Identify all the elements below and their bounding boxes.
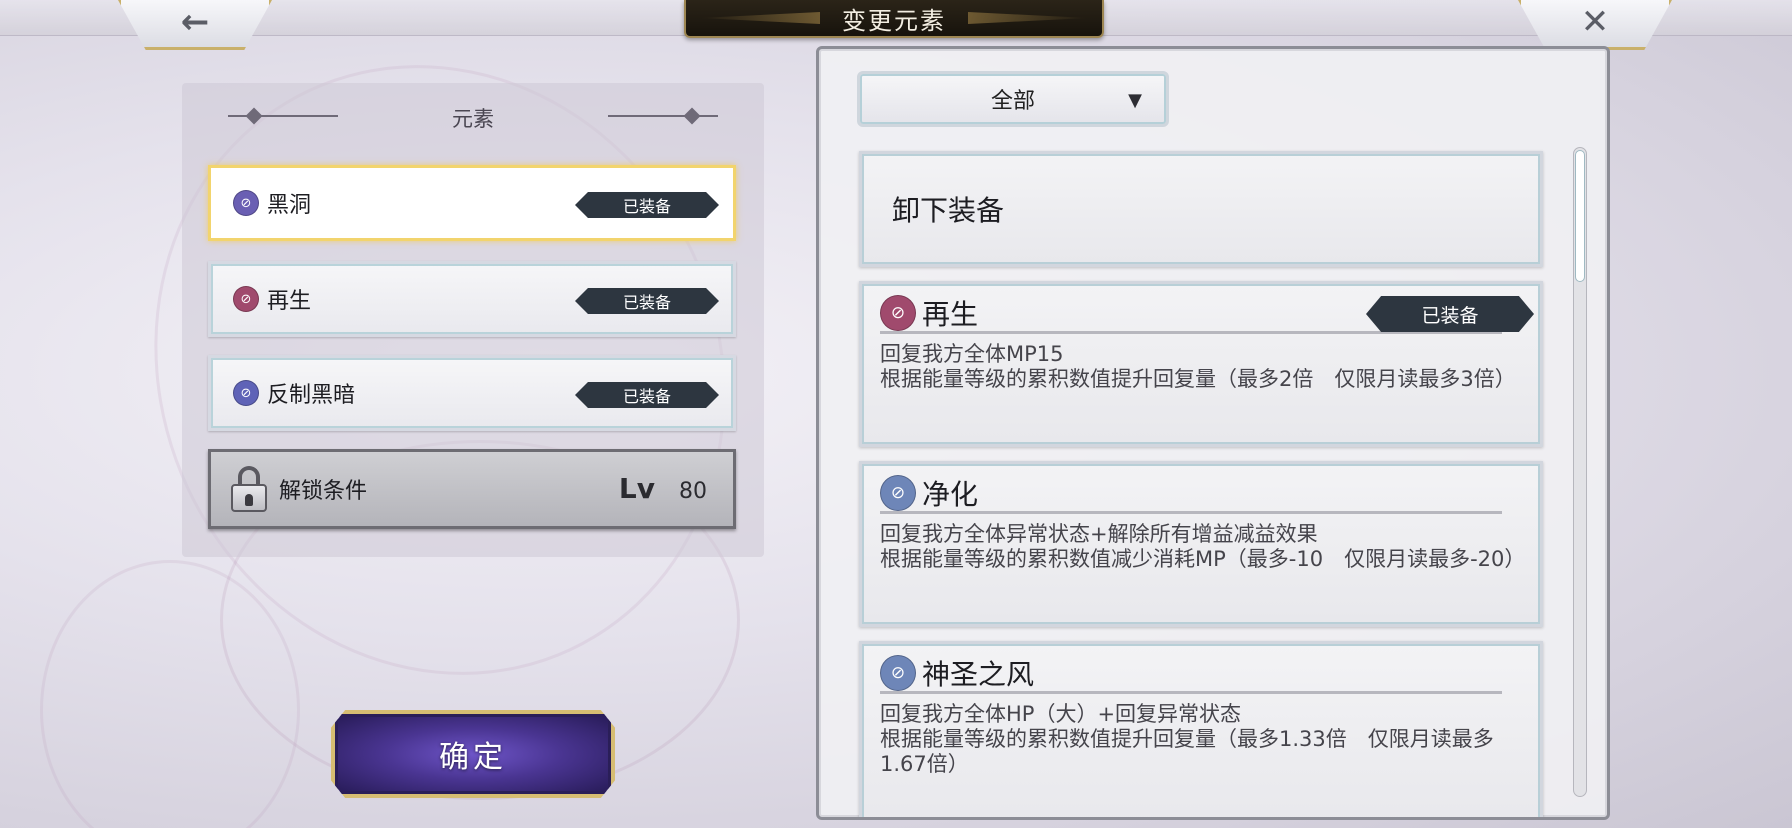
- header-divider: [608, 115, 718, 117]
- skill-desc-line: 根据能量等级的累积数值提升回复量（最多1.33倍 仅限月读最多1.67倍）: [880, 727, 1494, 776]
- equipped-badge: 已装备: [1366, 296, 1534, 332]
- skill-header: ⊘ 神圣之风: [880, 654, 1502, 694]
- level-value: 80: [679, 479, 707, 504]
- skill-card-holy-wind[interactable]: ⊘ 神圣之风 回复我方全体HP（大）+回复异常状态 根据能量等级的累积数值提升回…: [859, 641, 1543, 817]
- locked-slot: 解锁条件 Lv 80: [208, 449, 736, 529]
- chevron-down-icon: ▼: [1128, 90, 1142, 111]
- unequip-label: 卸下装备: [892, 194, 1005, 227]
- unequip-button[interactable]: 卸下装备: [859, 151, 1543, 267]
- element-slot-panel: 元素 ⊘ 黑洞 已装备 ⊘ 再生 已装备 ⊘ 反制黑暗 已装备 解锁条件 Lv …: [182, 83, 764, 557]
- skill-name: 净化: [922, 477, 979, 511]
- equipped-badge: 已装备: [575, 288, 719, 314]
- equipped-badge: 已装备: [575, 192, 719, 218]
- element-slot-counter-dark[interactable]: ⊘ 反制黑暗 已装备: [208, 355, 736, 431]
- skill-description: 回复我方全体MP15 根据能量等级的累积数值提升回复量（最多2倍 仅限月读最多3…: [880, 342, 1522, 392]
- title-ornament: [700, 12, 820, 24]
- skill-desc-line: 回复我方全体异常状态+解除所有增益减益效果: [880, 522, 1318, 546]
- skill-desc-line: 回复我方全体MP15: [880, 342, 1064, 366]
- title-ornament: [968, 12, 1088, 24]
- skill-card-regen[interactable]: ⊘ 再生 已装备 回复我方全体MP15 根据能量等级的累积数值提升回复量（最多2…: [859, 281, 1543, 447]
- filter-value: 全部: [990, 89, 1035, 114]
- element-slot-black-hole[interactable]: ⊘ 黑洞 已装备: [208, 165, 736, 241]
- title-plate: 变更元素: [684, 0, 1104, 38]
- list-scrollbar[interactable]: [1573, 147, 1587, 797]
- confirm-label: 确定: [439, 740, 507, 775]
- element-icon: ⊘: [880, 474, 916, 511]
- skill-name: 神圣之风: [922, 657, 1035, 691]
- skill-header: ⊘ 再生 已装备: [880, 294, 1534, 334]
- page-title: 变更元素: [842, 6, 946, 35]
- level-label: Lv: [618, 472, 655, 505]
- skill-desc-line: 根据能量等级的累积数值减少消耗MP（最多-10 仅限月读最多-20）: [880, 547, 1526, 571]
- skill-desc-line: 根据能量等级的累积数值提升回复量（最多2倍 仅限月读最多3倍）: [880, 367, 1516, 391]
- confirm-button[interactable]: 确定: [331, 710, 615, 798]
- element-icon: ⊘: [233, 286, 259, 312]
- filter-dropdown[interactable]: 全部 ▼: [857, 71, 1169, 127]
- skill-desc-line: 回复我方全体HP（大）+回复异常状态: [880, 702, 1242, 726]
- skill-header: ⊘ 净化: [880, 474, 1502, 514]
- skill-name: 再生: [922, 297, 979, 331]
- section-header: 元素: [182, 101, 764, 131]
- back-arrow-icon: ←: [180, 1, 210, 42]
- element-name: 反制黑暗: [267, 383, 356, 408]
- skill-card-purify[interactable]: ⊘ 净化 回复我方全体异常状态+解除所有增益减益效果 根据能量等级的累积数值减少…: [859, 461, 1543, 627]
- scrollbar-thumb[interactable]: [1575, 150, 1585, 282]
- lock-icon: [229, 466, 269, 512]
- element-slot-regen[interactable]: ⊘ 再生 已装备: [208, 261, 736, 337]
- element-name: 黑洞: [267, 193, 312, 218]
- skill-description: 回复我方全体异常状态+解除所有增益减益效果 根据能量等级的累积数值减少消耗MP（…: [880, 522, 1526, 572]
- element-name: 再生: [267, 289, 312, 314]
- element-icon: ⊘: [233, 380, 259, 406]
- element-icon: ⊘: [233, 190, 259, 216]
- skill-description: 回复我方全体HP（大）+回复异常状态 根据能量等级的累积数值提升回复量（最多1.…: [880, 702, 1522, 777]
- skill-list-panel: 全部 ▼ 卸下装备 ⊘ 再生 已装备 回复我方全体MP15 根据能量等级的累积数…: [816, 46, 1610, 820]
- unlock-condition-label: 解锁条件: [279, 479, 368, 504]
- close-icon: ✕: [1580, 1, 1610, 42]
- element-icon: ⊘: [880, 294, 916, 331]
- equipped-badge: 已装备: [575, 382, 719, 408]
- element-icon: ⊘: [880, 654, 916, 691]
- section-title: 元素: [452, 107, 494, 131]
